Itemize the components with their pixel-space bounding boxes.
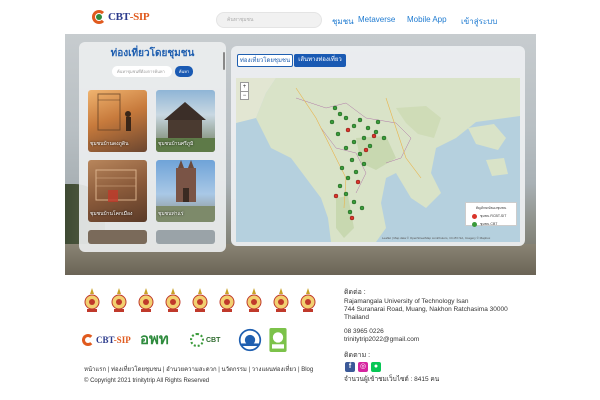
panel-scrollbar[interactable] <box>223 52 225 70</box>
community-tile[interactable] <box>88 230 147 244</box>
legend-title: สัญลักษณ์ของชุมชน <box>475 206 507 210</box>
nav-login[interactable]: เข้าสู่ระบบ <box>461 15 497 28</box>
panel-title: ท่องเที่ยวโดยชุมชน <box>110 48 195 59</box>
university-seal-icon <box>300 288 316 312</box>
green-badge-logo <box>269 328 287 352</box>
community-search-button[interactable]: ค้นหา <box>175 66 193 77</box>
visitor-counter: จำนวนผู้เข้าชมเว็บไซต์ : 8415 คน <box>344 376 440 383</box>
nav-mobile-app[interactable]: Mobile App <box>407 15 447 24</box>
community-tile[interactable] <box>156 230 215 244</box>
oth-logo: อพท <box>140 331 169 348</box>
university-seal-icon <box>246 288 262 312</box>
tile-caption: ชุมชนบ้านโคกเมือง <box>90 211 133 217</box>
university-seal-icon <box>84 288 100 312</box>
contact-heading: ติดต่อ : <box>344 289 366 296</box>
community-tile[interactable]: ชุมชนบ้านโคกเมือง <box>88 160 147 222</box>
nav-metaverse[interactable]: Metaverse <box>358 15 395 24</box>
facebook-icon[interactable]: f <box>345 362 355 372</box>
zoom-out-button[interactable]: − <box>241 91 248 100</box>
logo-mark-icon <box>92 10 106 24</box>
cbt-sip-logo: CBT-SIP <box>82 328 134 352</box>
green-marker-icon <box>472 221 477 227</box>
cbt-thailand-logo: CBT <box>190 328 228 352</box>
map-attribution: Leaflet | Map data © OpenStreetMap contr… <box>382 236 491 240</box>
university-seal-icon <box>138 288 154 312</box>
legend-item: ชุมชน RCBT-SIT <box>472 213 516 219</box>
community-tile[interactable]: ชุมชนบ้านศรีภูมิ <box>156 90 215 152</box>
tile-caption: ชุมชนบ้านดงภูดิน <box>90 141 129 147</box>
map-zoom-control: + − <box>240 82 249 100</box>
line-icon[interactable]: ● <box>371 362 381 372</box>
phone-number: 08 3965 0226 <box>344 328 384 335</box>
university-seal-icon <box>219 288 235 312</box>
university-seal-icon <box>111 288 127 312</box>
logo-text: CBT-SIP <box>108 11 150 23</box>
site-header: CBT-SIP ค้นหาชุมชน ชุมชน Metaverse Mobil… <box>0 0 600 34</box>
community-search-input[interactable]: ค้นหาชุมชนที่ต้องการค้นหา <box>112 66 172 77</box>
university-seal-icon <box>273 288 289 312</box>
tab-community-tourism[interactable]: ท่องเที่ยวโดยชุมชน <box>237 54 293 67</box>
cbt-circle-logo <box>238 328 262 352</box>
zoom-in-button[interactable]: + <box>241 83 248 91</box>
tile-caption: ชุมชนบ้านศรีภูมิ <box>158 141 194 147</box>
site-logo[interactable]: CBT-SIP <box>92 8 150 26</box>
footer-links[interactable]: หน้าแรก | ท่องเที่ยวโดยชุมชน | อำนวยความ… <box>84 364 313 374</box>
address-line: Rajamangala University of Technology Isa… <box>344 298 469 305</box>
nav-community[interactable]: ชุมชน <box>332 15 354 28</box>
address-line: 744 Suranarai Road, Muang, Nakhon Ratcha… <box>344 306 508 313</box>
university-seal-icon <box>192 288 208 312</box>
legend-item: ชุมชน CBT <box>472 221 516 227</box>
red-marker-icon <box>472 213 477 219</box>
university-seal-icon <box>165 288 181 312</box>
community-tile[interactable]: ชุมชนท่าแร่ <box>156 160 215 222</box>
instagram-icon[interactable]: ◎ <box>358 362 368 372</box>
address-line: Thailand <box>344 314 369 321</box>
copyright: © Copyright 2021 trinitytrip All Rights … <box>84 378 210 384</box>
community-tile[interactable]: ชุมชนบ้านดงภูดิน <box>88 90 147 152</box>
tile-caption: ชุมชนท่าแร่ <box>158 211 184 217</box>
search-input[interactable]: ค้นหาชุมชน <box>216 12 322 28</box>
email-address[interactable]: trinitytrip2022@gmail.com <box>344 336 419 343</box>
map-legend: สัญลักษณ์ของชุมชน ชุมชน RCBT-SIT ชุมชน C… <box>465 202 517 227</box>
tab-travel-routes[interactable]: เส้นทางท่องเที่ยว <box>294 54 346 67</box>
follow-heading: ติดตาม : <box>344 352 371 359</box>
